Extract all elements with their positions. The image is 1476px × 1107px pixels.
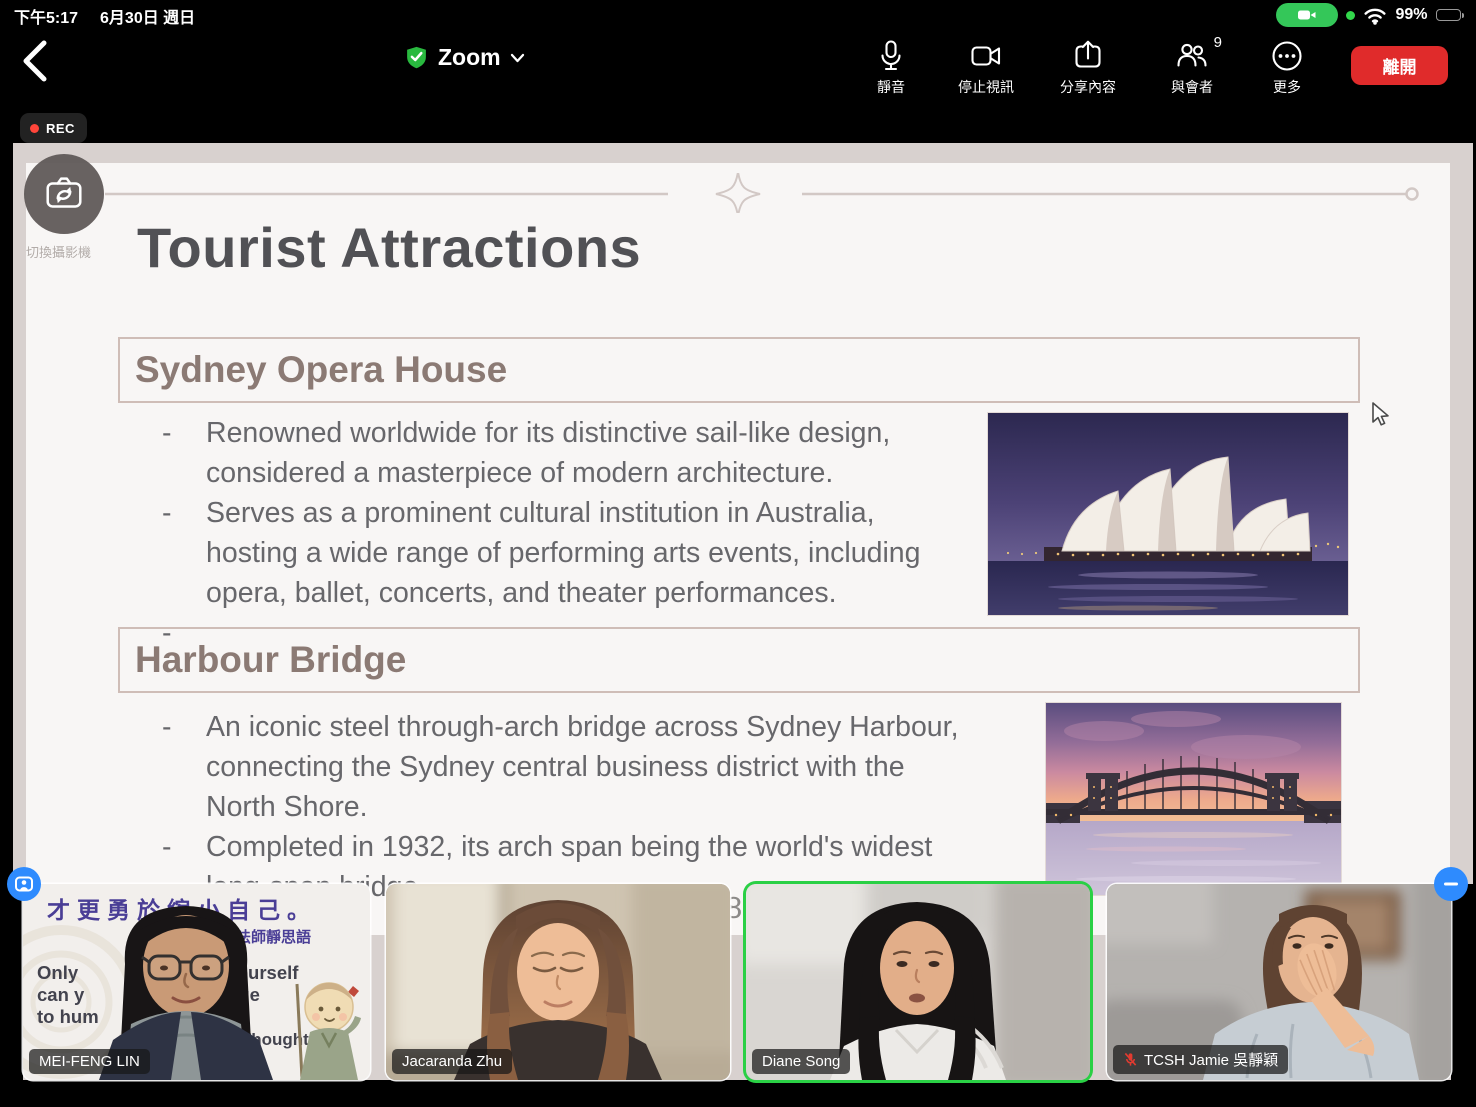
participants-label: 與會者 bbox=[1171, 77, 1213, 97]
status-time: 下午5:17 bbox=[14, 4, 78, 28]
meeting-toolbar: Zoom 靜音 停止視訊 bbox=[0, 28, 1476, 103]
recording-indicator: REC bbox=[20, 113, 87, 143]
person-in-frame-icon bbox=[12, 872, 36, 896]
strip-right-mask bbox=[1451, 884, 1476, 1107]
switch-camera-label: 切換攝影機 bbox=[26, 242, 91, 261]
microphone-icon bbox=[873, 38, 909, 74]
status-date: 6月30日 週日 bbox=[100, 4, 195, 28]
encryption-shield-icon bbox=[404, 45, 429, 70]
switch-camera-icon bbox=[41, 171, 87, 217]
mute-label: 靜音 bbox=[877, 77, 905, 97]
more-ellipsis-icon bbox=[1269, 38, 1305, 74]
participants-icon bbox=[1174, 38, 1210, 74]
minus-icon bbox=[1442, 875, 1460, 893]
slide-title: Tourist Attractions bbox=[137, 215, 641, 280]
video-tile-diane-song[interactable]: Diane Song bbox=[746, 884, 1090, 1080]
collapse-videos-button[interactable] bbox=[1434, 867, 1468, 901]
battery-icon bbox=[1436, 9, 1465, 22]
bullet-item: Renowned worldwide for its distinctive s… bbox=[160, 413, 1040, 493]
back-button[interactable] bbox=[18, 38, 52, 84]
app-title: Zoom bbox=[438, 44, 501, 71]
harbour-bridge-photo bbox=[1046, 703, 1341, 895]
participants-button[interactable]: 與會者 9 bbox=[1144, 38, 1240, 97]
share-icon bbox=[1070, 38, 1106, 74]
video-tile-tcsh-jamie[interactable]: TCSH Jamie 吳靜穎 bbox=[1107, 884, 1451, 1080]
recording-dot-icon bbox=[30, 124, 39, 133]
section-heading-opera-house: Sydney Opera House bbox=[118, 337, 1360, 403]
strip-bottom-mask bbox=[0, 1080, 1476, 1107]
privacy-dot-icon bbox=[1346, 11, 1355, 20]
cartoon-monk-figure bbox=[285, 976, 367, 1080]
share-content-label: 分享內容 bbox=[1060, 77, 1116, 97]
participant-nameplate: MEI-FENG LIN bbox=[29, 1049, 150, 1074]
share-content-button[interactable]: 分享內容 bbox=[1040, 38, 1136, 97]
chevron-down-icon bbox=[510, 53, 525, 63]
participant-nameplate: TCSH Jamie 吳靜穎 bbox=[1113, 1045, 1288, 1074]
section-heading-harbour-bridge: Harbour Bridge bbox=[118, 627, 1360, 693]
video-tile-mei-feng-lin[interactable]: 才更勇於縮小自己。 ～證嚴法師靜思語 Only spect yourself c… bbox=[23, 884, 370, 1080]
leave-meeting-button[interactable]: 離開 bbox=[1351, 46, 1448, 85]
bullet-item: An iconic steel through-arch bridge acro… bbox=[160, 707, 1040, 827]
video-tile-jacaranda-zhu[interactable]: Jacaranda Zhu bbox=[386, 884, 730, 1080]
meeting-title-button[interactable]: Zoom bbox=[404, 44, 525, 71]
self-view-toggle-button[interactable] bbox=[7, 867, 41, 901]
stop-video-button[interactable]: 停止視訊 bbox=[938, 38, 1034, 97]
mute-button[interactable]: 靜音 bbox=[843, 38, 939, 97]
status-bar: 下午5:17 6月30日 週日 99% bbox=[0, 0, 1476, 28]
participant-nameplate: Jacaranda Zhu bbox=[392, 1049, 512, 1074]
mic-muted-icon bbox=[1123, 1052, 1138, 1067]
quote-en-fragment: Only bbox=[37, 962, 78, 984]
bullet-item: Serves as a prominent cultural instituti… bbox=[160, 493, 1040, 613]
camera-icon bbox=[1297, 8, 1317, 22]
wifi-icon bbox=[1363, 5, 1387, 25]
screen-recording-indicator bbox=[1276, 3, 1338, 27]
recording-label: REC bbox=[46, 121, 75, 136]
more-label: 更多 bbox=[1273, 77, 1301, 97]
video-camera-icon bbox=[968, 38, 1004, 74]
participant-count-badge: 9 bbox=[1214, 34, 1222, 51]
switch-camera-button[interactable] bbox=[24, 154, 104, 234]
sydney-opera-house-photo bbox=[988, 413, 1348, 615]
zoom-meeting-screen: 下午5:17 6月30日 週日 99% bbox=[0, 0, 1476, 1107]
harbour-bridge-bullets: An iconic steel through-arch bridge acro… bbox=[160, 707, 1040, 907]
stop-video-label: 停止視訊 bbox=[958, 77, 1014, 97]
back-chevron-icon bbox=[18, 38, 52, 84]
strip-left-mask bbox=[0, 884, 23, 1107]
mouse-cursor bbox=[1371, 402, 1393, 428]
quote-en-fragment: can y bbox=[37, 984, 84, 1006]
more-button[interactable]: 更多 bbox=[1239, 38, 1335, 97]
battery-percentage: 99% bbox=[1395, 6, 1427, 24]
opera-house-bullets: Renowned worldwide for its distinctive s… bbox=[160, 413, 1040, 613]
participant-nameplate: Diane Song bbox=[752, 1049, 850, 1074]
slide-divider-ornament bbox=[90, 173, 1425, 213]
